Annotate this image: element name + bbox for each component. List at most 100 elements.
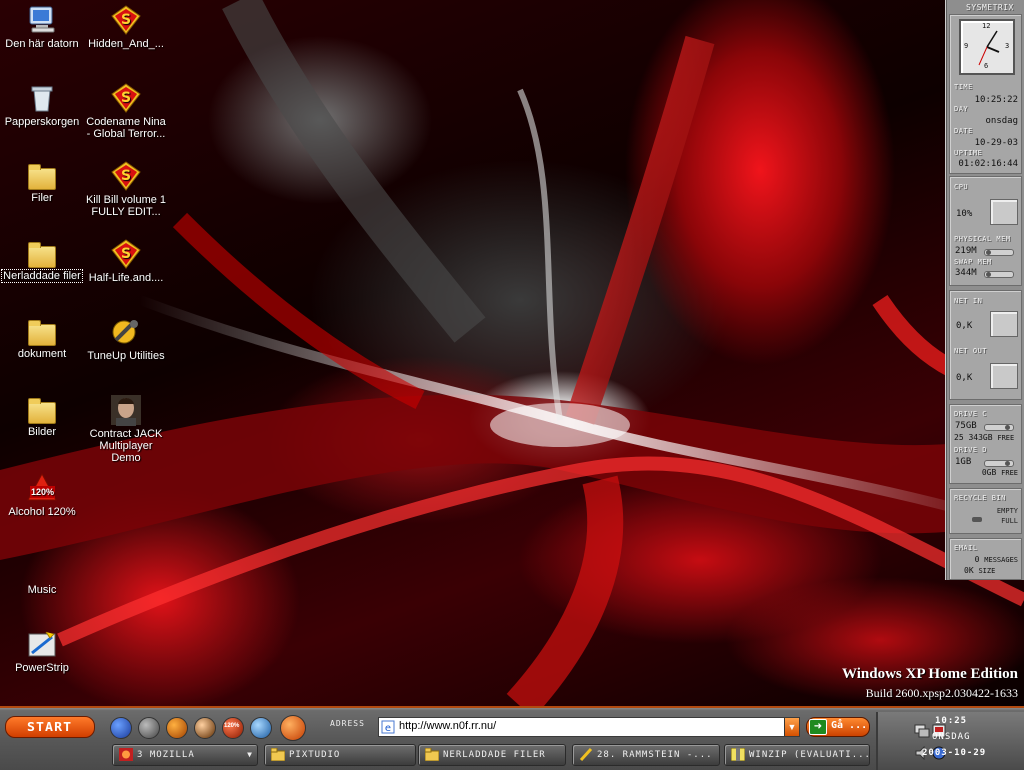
desktop-icon-alcohol-120[interactable]: 120% Alcohol 120% xyxy=(0,472,84,518)
net-out-label: NET OUT xyxy=(954,347,988,355)
desktop-icon-powerstrip[interactable]: PowerStrip xyxy=(0,628,84,674)
task-label: NERLADDADE FILER xyxy=(443,750,546,760)
email-count: 0 xyxy=(974,555,980,564)
swap-mem-value: 344M xyxy=(955,268,977,278)
net-out-graph xyxy=(990,363,1018,389)
sysmetrix-cpu-section: CPU 10% PHYSICAL MEM 219M SWAP MEM 344M xyxy=(949,176,1022,286)
start-label: START xyxy=(27,720,73,734)
desktop-icon-label: Filer xyxy=(31,192,53,204)
sysmetrix-panel[interactable]: SYSMETRIX 12 3 6 9 TIME 10:25:22 DAY ons… xyxy=(945,0,1024,580)
net-in-value: 0,K xyxy=(956,321,973,331)
cpu-graph xyxy=(990,199,1018,225)
day-label: DAY xyxy=(954,105,969,113)
task-label: WINZIP (EVALUATI... xyxy=(749,750,870,760)
email-count-label: MESSAGES xyxy=(984,556,1018,564)
desktop-icon-half-life[interactable]: S Half-Life.and.... xyxy=(84,238,168,284)
os-edition: Windows XP Home Edition xyxy=(841,666,1018,682)
folder-icon xyxy=(425,748,439,761)
folder-icon xyxy=(28,164,56,190)
sysmetrix-drives-section: DRIVE C 75GB 25 343GB FREE DRIVE D 1GB 0… xyxy=(949,404,1022,484)
drive-d-free-value: 0GB xyxy=(981,468,997,477)
swap-mem-label: SWAP MEM xyxy=(954,258,992,266)
network-tray-icon[interactable] xyxy=(914,724,930,738)
cpu-value: 10% xyxy=(956,209,973,219)
taskbar-clock-date: 2003-10-29 xyxy=(922,748,987,758)
address-bar[interactable]: e http://www.n0f.rr.nu/ ▼ xyxy=(378,717,800,737)
desktop-icon-kill-bill[interactable]: S Kill Bill volume 1 FULLY EDIT... xyxy=(84,160,168,218)
ie-page-icon: e xyxy=(381,720,395,734)
svg-text:S: S xyxy=(121,90,131,106)
desktop-icon-music[interactable]: Music xyxy=(0,550,84,596)
contract-jack-icon xyxy=(110,394,142,426)
taskbar: START 120% ADRESS e http://www.n0f.rr.nu… xyxy=(0,706,1024,770)
clock-numeral-9: 9 xyxy=(964,42,969,50)
analog-clock: 12 3 6 9 xyxy=(959,19,1015,75)
uptime-label: UPTIME xyxy=(954,149,983,157)
drive-d-size: 1GB xyxy=(955,457,972,467)
folder-icon xyxy=(28,320,56,346)
go-label: Gå ... xyxy=(831,720,868,731)
desktop-icon-contract-jack[interactable]: Contract JACK Multiplayer Demo xyxy=(84,394,168,464)
desktop-icon-tuneup[interactable]: TuneUp Utilities xyxy=(84,316,168,362)
email-size: 0K SIZE xyxy=(964,566,995,575)
os-build: Build 2600.xpsp2.030422-1633 xyxy=(865,686,1018,700)
recycle-toggle[interactable] xyxy=(972,517,982,522)
desktop-icon-label: Hidden_And_... xyxy=(88,38,164,50)
desktop-icon-label: Alcohol 120% xyxy=(8,506,76,518)
go-button[interactable]: ➜ Gå ... xyxy=(806,717,870,737)
go-arrow-icon: ➜ xyxy=(809,719,827,735)
quicklaunch-media-icon[interactable] xyxy=(138,717,160,739)
desktop-icon-nerladdade-filer[interactable]: Nerladdade filer xyxy=(0,238,84,283)
task-button-pixtudio[interactable]: PIXTUDIO xyxy=(264,744,416,766)
sysmetrix-recycle-section[interactable]: RECYCLE BIN EMPTY FULL xyxy=(949,488,1022,534)
time-label: TIME xyxy=(954,83,973,91)
quicklaunch-alcohol-badge: 120% xyxy=(224,723,240,729)
quicklaunch-alcohol-120-icon[interactable]: 120% xyxy=(222,717,244,739)
task-button-rammstein[interactable]: 28. RAMMSTEIN -... xyxy=(572,744,720,766)
desktop-icon-label: Bilder xyxy=(27,426,57,438)
drive-d-free: 0GB FREE xyxy=(982,468,1018,477)
desktop-icon-recycle-bin[interactable]: Papperskorgen xyxy=(0,82,84,128)
clock-numeral-12: 12 xyxy=(982,22,991,30)
desktop-icon-codename-nina[interactable]: S Codename Nina - Global Terror... xyxy=(84,82,168,140)
drive-c-meter xyxy=(984,424,1014,431)
s-shortcut-icon: S xyxy=(110,82,142,114)
physical-mem-value: 219M xyxy=(955,246,977,256)
quicklaunch-orange-orb-icon[interactable] xyxy=(280,715,306,741)
my-computer-icon xyxy=(26,4,58,36)
desktop-icon-label: dokument xyxy=(17,348,67,360)
start-button[interactable]: START xyxy=(5,716,95,738)
task-button-mozilla[interactable]: 3 MOZILLA ▼ xyxy=(112,744,258,766)
address-input[interactable]: http://www.n0f.rr.nu/ xyxy=(399,720,496,732)
address-dropdown-icon[interactable]: ▼ xyxy=(784,718,799,736)
desktop-icon-label: Music xyxy=(27,584,57,596)
powerstrip-icon xyxy=(26,628,58,660)
net-in-label: NET IN xyxy=(954,297,983,305)
desktop-icon-my-computer[interactable]: Den här datorn xyxy=(0,4,84,50)
day-value: onsdag xyxy=(985,116,1018,126)
alcohol-120-icon: 120% xyxy=(26,472,58,504)
task-button-nerladdade-filer[interactable]: NERLADDADE FILER xyxy=(418,744,566,766)
email-size-value: 0K xyxy=(964,566,974,575)
date-label: DATE xyxy=(954,127,973,135)
desktop-icon-label: Half-Life.and.... xyxy=(88,272,164,284)
desktop-icon-label: PowerStrip xyxy=(15,662,69,674)
sysmetrix-email-section[interactable]: EMAIL 0 MESSAGES 0K SIZE xyxy=(949,538,1022,580)
desktop-icon-hidden-and[interactable]: S Hidden_And_... xyxy=(84,4,168,50)
group-dropdown-icon[interactable]: ▼ xyxy=(247,745,253,765)
quicklaunch-ie-globe-icon[interactable] xyxy=(110,717,132,739)
desktop-icon-bilder[interactable]: Bilder xyxy=(0,394,84,438)
quicklaunch-ie-icon[interactable] xyxy=(250,717,272,739)
desktop-icon-label: Papperskorgen xyxy=(4,116,80,128)
task-label: 3 MOZILLA xyxy=(137,750,195,760)
recycle-bin-label: RECYCLE BIN xyxy=(954,494,1006,502)
desktop-icon-dokument[interactable]: dokument xyxy=(0,316,84,360)
mozilla-icon xyxy=(119,748,133,761)
quicklaunch-player-icon[interactable] xyxy=(194,717,216,739)
email-messages: 0 MESSAGES xyxy=(975,555,1018,564)
sysmetrix-network-section: NET IN 0,K NET OUT 0,K xyxy=(949,290,1022,400)
quicklaunch-tools-icon[interactable] xyxy=(166,717,188,739)
task-button-winzip[interactable]: WINZIP (EVALUATI... xyxy=(724,744,870,766)
desktop-icon-filer[interactable]: Filer xyxy=(0,160,84,204)
taskbar-clock-time[interactable]: 10:25 xyxy=(935,716,967,726)
